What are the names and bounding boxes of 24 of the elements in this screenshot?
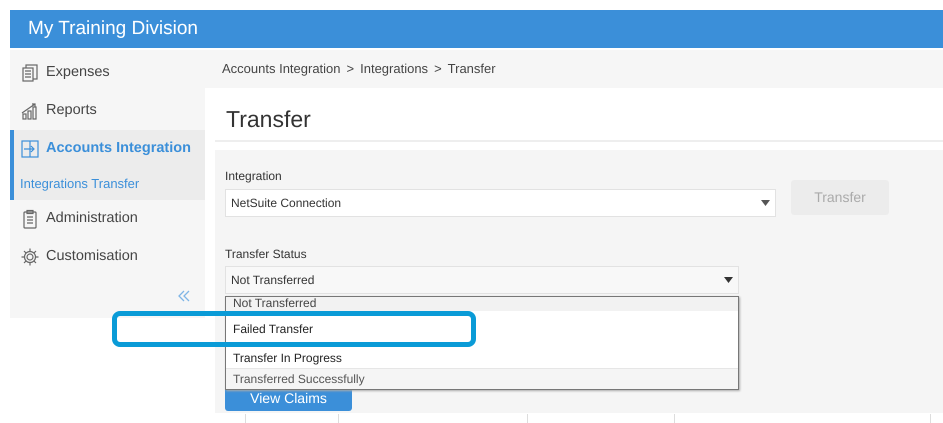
dropdown-caret-icon: [761, 200, 770, 206]
collapse-icon[interactable]: [178, 290, 190, 302]
field-label: Transfer Status: [225, 246, 307, 263]
field-label: Integration: [225, 168, 282, 185]
sidebar-item[interactable]: Reports: [14, 92, 205, 130]
dropdown-option[interactable]: Not Transferred: [226, 297, 738, 311]
select-field[interactable]: NetSuite Connection: [225, 189, 776, 217]
breadcrumb-link[interactable]: Accounts Integration: [222, 59, 341, 79]
app-title: My Training Division: [28, 16, 198, 41]
breadcrumb-separator: >: [434, 60, 442, 78]
sidebar-item[interactable]: Expenses: [14, 54, 205, 92]
breadcrumb-link[interactable]: Transfer: [448, 59, 496, 79]
dropdown-caret-icon: [724, 277, 733, 283]
sidebar-item[interactable]: Administration: [14, 200, 205, 238]
breadcrumb-link[interactable]: Integrations: [360, 59, 428, 79]
select-field[interactable]: Not Transferred: [225, 266, 739, 294]
dropdown-option[interactable]: Transfer In Progress: [226, 347, 738, 368]
split-panel-icon: [20, 139, 40, 159]
expenses-icon: [20, 63, 40, 83]
page-title: Transfer: [226, 105, 311, 134]
sidebar-item[interactable]: Customisation: [14, 238, 205, 276]
dropdown-option[interactable]: Transferred Successfully: [226, 368, 738, 389]
breadcrumb-separator: >: [346, 60, 354, 78]
gear-icon: [20, 247, 40, 267]
